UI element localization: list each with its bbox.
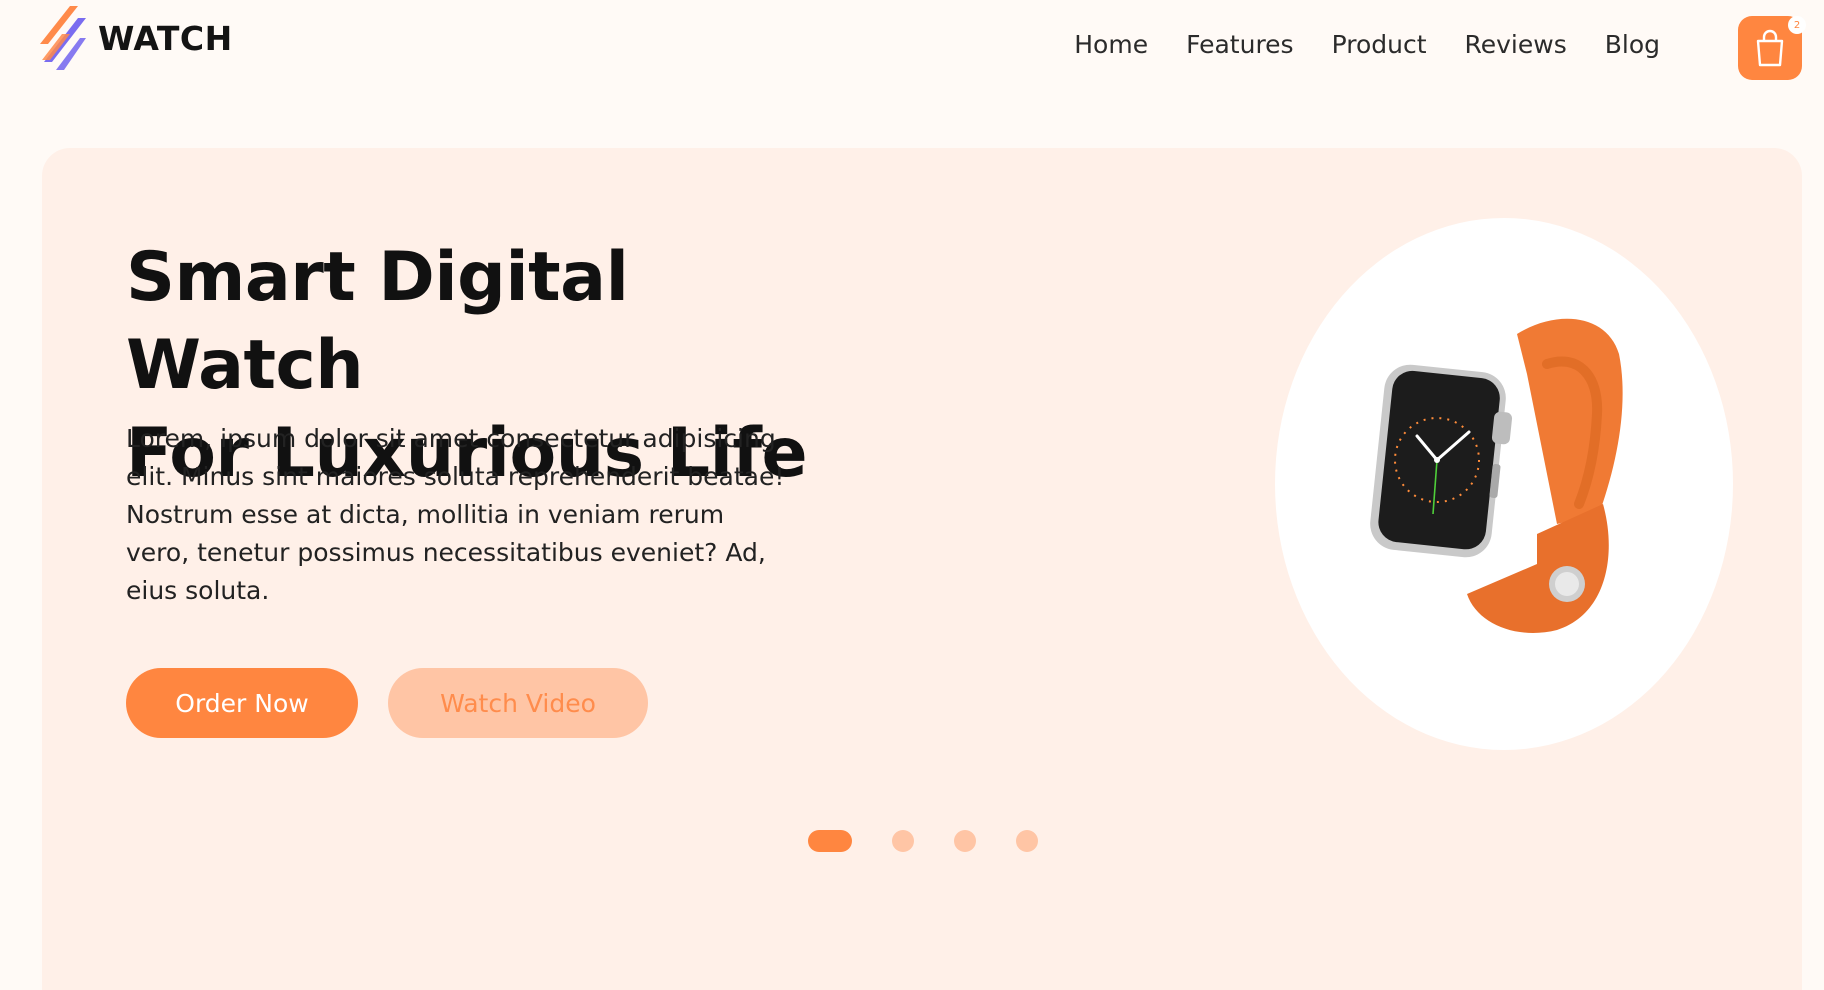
slider-dots bbox=[808, 830, 1038, 852]
shopping-bag-icon bbox=[1756, 29, 1784, 67]
smartwatch-image bbox=[1370, 318, 1623, 633]
product-image-frame bbox=[1275, 218, 1733, 750]
nav-item-home[interactable]: Home bbox=[1074, 30, 1148, 59]
nav-item-product[interactable]: Product bbox=[1332, 30, 1427, 59]
cart-button[interactable]: 2 bbox=[1738, 16, 1806, 80]
nav-item-blog[interactable]: Blog bbox=[1605, 30, 1660, 59]
order-now-button[interactable]: Order Now bbox=[126, 668, 358, 738]
slider-dot-4[interactable] bbox=[1016, 830, 1038, 852]
hero-title-line1: Smart Digital Watch bbox=[126, 238, 629, 405]
slider-dot-2[interactable] bbox=[892, 830, 914, 852]
header: WATCH Home Features Product Reviews Blog… bbox=[0, 0, 1824, 110]
cart-count-badge: 2 bbox=[1788, 16, 1806, 34]
nav-item-reviews[interactable]: Reviews bbox=[1465, 30, 1567, 59]
watch-video-button[interactable]: Watch Video bbox=[388, 668, 648, 738]
stripes-logo-icon bbox=[40, 6, 86, 70]
hero-description: Lorem, ipsum dolor sit amet consectetur … bbox=[126, 424, 785, 605]
slider-dot-3[interactable] bbox=[954, 830, 976, 852]
hero-section: Smart Digital Watch For Luxurious Life L… bbox=[42, 148, 1802, 990]
page: WATCH Home Features Product Reviews Blog… bbox=[0, 0, 1824, 990]
brand-logo[interactable]: WATCH bbox=[40, 4, 233, 72]
slider-dot-1[interactable] bbox=[808, 830, 852, 852]
main-nav: Home Features Product Reviews Blog bbox=[1074, 30, 1660, 59]
brand-name: WATCH bbox=[98, 18, 233, 58]
nav-item-features[interactable]: Features bbox=[1186, 30, 1294, 59]
